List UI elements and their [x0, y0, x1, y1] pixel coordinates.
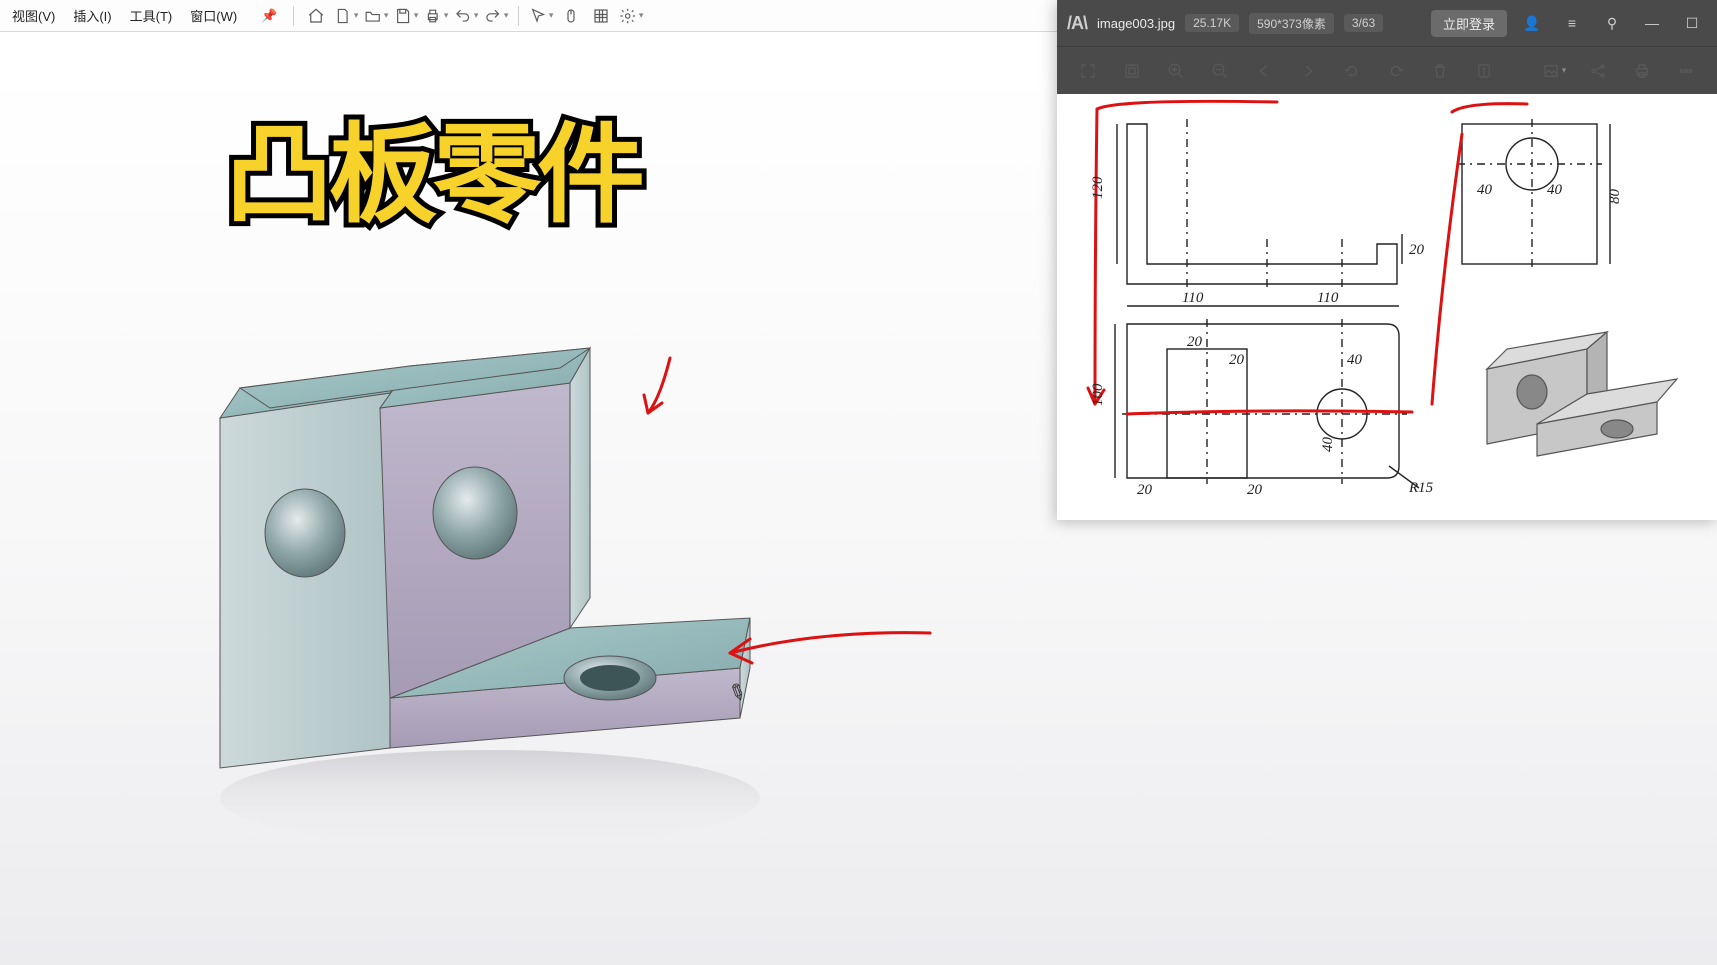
pin-icon[interactable]: 📌 [255, 5, 283, 27]
zoom-in-button[interactable] [1157, 52, 1195, 90]
dim-120: 120 [1090, 176, 1106, 199]
redo-button[interactable] [484, 4, 508, 28]
dim-20-bottom-b: 20 [1247, 482, 1263, 498]
zoom-out-button[interactable] [1201, 52, 1239, 90]
minimize-icon[interactable]: — [1637, 8, 1667, 38]
model-3d [180, 298, 800, 858]
menu-window[interactable]: 窗口(W) [184, 3, 243, 28]
menu-tools[interactable]: 工具(T) [124, 3, 179, 28]
dim-100: 100 [1090, 383, 1106, 406]
info-button[interactable] [1465, 52, 1503, 90]
menu-icon[interactable]: ≡ [1557, 8, 1587, 38]
dim-110-b: 110 [1317, 290, 1339, 306]
rotate-right-button[interactable] [1377, 52, 1415, 90]
more-button[interactable] [1667, 52, 1705, 90]
dim-r15: R15 [1408, 480, 1434, 496]
overlay-title: 凸板零件 [225, 88, 641, 244]
undo-button[interactable] [454, 4, 478, 28]
viewer-filename: image003.jpg [1097, 16, 1175, 31]
viewer-toolbar [1057, 46, 1717, 94]
separator [293, 6, 294, 26]
delete-button[interactable] [1421, 52, 1459, 90]
grid-options-button[interactable] [589, 4, 613, 28]
image-viewer-window: /A\ image003.jpg 25.17K 590*373像素 3/63 立… [1057, 0, 1717, 520]
drawing-page: 120 20 40 40 80 110 110 100 20 20 20 20 … [1057, 94, 1717, 520]
rotate-left-button[interactable] [1333, 52, 1371, 90]
user-icon[interactable]: 👤 [1517, 8, 1547, 38]
next-button[interactable] [1289, 52, 1327, 90]
dim-40-side-b: 40 [1547, 182, 1563, 198]
menu-insert[interactable]: 插入(I) [67, 3, 117, 28]
viewer-page-count: 3/63 [1344, 14, 1383, 32]
dim-40-side-a: 40 [1477, 182, 1493, 198]
print-button[interactable] [424, 4, 448, 28]
pin-window-icon[interactable]: ⚲ [1597, 8, 1627, 38]
viewer-login-button[interactable]: 立即登录 [1431, 10, 1507, 37]
mouse-icon[interactable] [559, 4, 583, 28]
fit-button[interactable] [1113, 52, 1151, 90]
maximize-icon[interactable]: ☐ [1677, 8, 1707, 38]
separator [518, 6, 519, 26]
dim-110-a: 110 [1182, 290, 1204, 306]
share-button[interactable] [1579, 52, 1617, 90]
dim-80: 80 [1607, 189, 1623, 205]
menu-view[interactable]: 视图(V) [6, 3, 61, 28]
viewer-filesize: 25.17K [1185, 14, 1239, 32]
save-button[interactable] [394, 4, 418, 28]
picture-button[interactable] [1535, 52, 1573, 90]
viewer-logo-icon: /A\ [1067, 13, 1087, 34]
gear-settings-button[interactable] [619, 4, 643, 28]
viewer-titlebar[interactable]: /A\ image003.jpg 25.17K 590*373像素 3/63 立… [1057, 0, 1717, 46]
prev-button[interactable] [1245, 52, 1283, 90]
home-button[interactable] [304, 4, 328, 28]
fullscreen-button[interactable] [1069, 52, 1107, 90]
dim-40-top-b: 40 [1320, 437, 1336, 453]
new-doc-button[interactable] [334, 4, 358, 28]
dim-20-bottom-a: 20 [1137, 482, 1153, 498]
open-button[interactable] [364, 4, 388, 28]
print-button[interactable] [1623, 52, 1661, 90]
dim-20-top-a: 20 [1187, 334, 1203, 350]
viewer-canvas[interactable]: 120 20 40 40 80 110 110 100 20 20 20 20 … [1057, 94, 1717, 520]
dim-20-side: 20 [1409, 242, 1425, 258]
dim-40-top: 40 [1347, 352, 1363, 368]
select-arrow-button[interactable] [529, 4, 553, 28]
viewer-dimensions: 590*373像素 [1249, 13, 1334, 34]
dim-20-top-b: 20 [1229, 352, 1245, 368]
